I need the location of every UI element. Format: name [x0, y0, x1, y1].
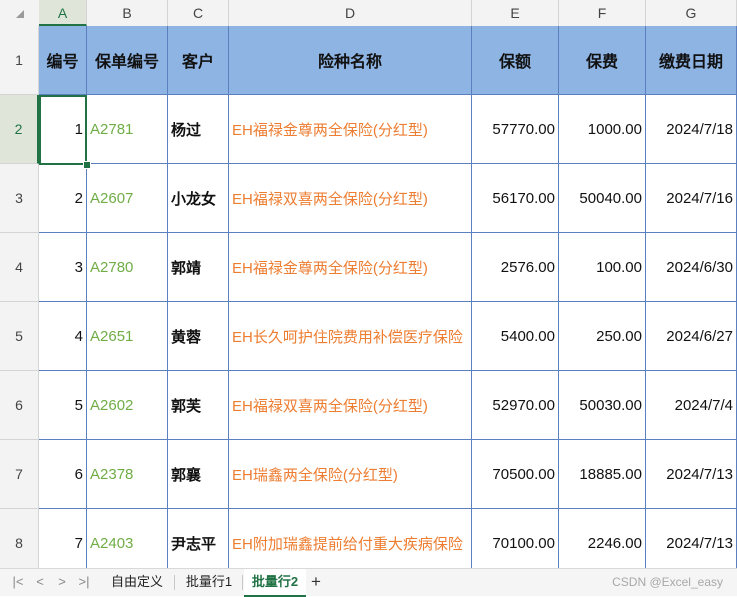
cell-insurance[interactable]: EH福禄金尊两全保险(分红型): [229, 233, 472, 302]
active-cell-selection: [39, 95, 87, 165]
header-cell-policy[interactable]: 保单编号: [87, 26, 168, 95]
cell-amount[interactable]: 70100.00: [472, 509, 559, 568]
last-sheet-icon[interactable]: >|: [75, 573, 93, 591]
cell-date[interactable]: 2024/6/30: [646, 233, 737, 302]
column-header-g[interactable]: G: [646, 0, 737, 26]
cell-amount[interactable]: 52970.00: [472, 371, 559, 440]
cell-id[interactable]: 5: [39, 371, 87, 440]
cell-id[interactable]: 3: [39, 233, 87, 302]
cell-insurance[interactable]: EH福禄金尊两全保险(分红型): [229, 95, 472, 164]
column-header-e[interactable]: E: [472, 0, 559, 26]
column-header-b[interactable]: B: [87, 0, 168, 26]
cell-id[interactable]: 4: [39, 302, 87, 371]
cell-id[interactable]: 6: [39, 440, 87, 509]
header-cell-insurance[interactable]: 险种名称: [229, 26, 472, 95]
cell-customer[interactable]: 郭芙: [168, 371, 229, 440]
header-cell-customer[interactable]: 客户: [168, 26, 229, 95]
cell-date[interactable]: 2024/7/4: [646, 371, 737, 440]
cell-insurance[interactable]: EH瑞鑫两全保险(分红型): [229, 440, 472, 509]
cell-premium[interactable]: 50040.00: [559, 164, 646, 233]
column-header-d[interactable]: D: [229, 0, 472, 26]
header-cell-premium[interactable]: 保费: [559, 26, 646, 95]
cell-amount[interactable]: 57770.00: [472, 95, 559, 164]
cell-customer[interactable]: 郭襄: [168, 440, 229, 509]
cell-insurance[interactable]: EH福禄双喜两全保险(分红型): [229, 164, 472, 233]
watermark: CSDN @Excel_easy: [612, 575, 723, 589]
column-header-bar: A B C D E F G: [0, 0, 737, 27]
cell-amount[interactable]: 70500.00: [472, 440, 559, 509]
header-cell-date[interactable]: 缴费日期: [646, 26, 737, 95]
header-cell-amount[interactable]: 保额: [472, 26, 559, 95]
cell-amount[interactable]: 56170.00: [472, 164, 559, 233]
cell-policy[interactable]: A2403: [87, 509, 168, 568]
cell-date[interactable]: 2024/7/13: [646, 509, 737, 568]
cell-date[interactable]: 2024/7/18: [646, 95, 737, 164]
cell-amount[interactable]: 2576.00: [472, 233, 559, 302]
cell-date[interactable]: 2024/6/27: [646, 302, 737, 371]
cell-customer[interactable]: 郭靖: [168, 233, 229, 302]
row-header-1[interactable]: 1: [0, 26, 39, 95]
cell-policy[interactable]: A2607: [87, 164, 168, 233]
cell-id[interactable]: 2: [39, 164, 87, 233]
row-header-3[interactable]: 3: [0, 164, 39, 233]
column-header-c[interactable]: C: [168, 0, 229, 26]
select-all-corner[interactable]: [0, 0, 40, 26]
fill-handle[interactable]: [83, 161, 91, 169]
prev-sheet-icon[interactable]: <: [31, 573, 49, 591]
cell-date[interactable]: 2024/7/13: [646, 440, 737, 509]
cell-insurance[interactable]: EH附加瑞鑫提前给付重大疾病保险: [229, 509, 472, 568]
cell-premium[interactable]: 50030.00: [559, 371, 646, 440]
sheet-tab-bar: |< < > >| 自由定义 批量行1 批量行2 + CSDN @Excel_e…: [0, 568, 737, 597]
cell-policy[interactable]: A2651: [87, 302, 168, 371]
cell-policy[interactable]: A2780: [87, 233, 168, 302]
row-header-8[interactable]: 8: [0, 509, 39, 568]
tab-separator: [242, 575, 243, 590]
select-all-icon: [16, 10, 24, 18]
row-header-7[interactable]: 7: [0, 440, 39, 509]
cell-premium[interactable]: 18885.00: [559, 440, 646, 509]
cell-id[interactable]: 7: [39, 509, 87, 568]
cell-customer[interactable]: 尹志平: [168, 509, 229, 568]
cell-customer[interactable]: 小龙女: [168, 164, 229, 233]
next-sheet-icon[interactable]: >: [53, 573, 71, 591]
cell-policy[interactable]: A2378: [87, 440, 168, 509]
tab-separator: [174, 575, 175, 590]
row-header-4[interactable]: 4: [0, 233, 39, 302]
cell-policy[interactable]: A2602: [87, 371, 168, 440]
cell-policy[interactable]: A2781: [87, 95, 168, 164]
cell-insurance[interactable]: EH福禄双喜两全保险(分红型): [229, 371, 472, 440]
tab-batch-row-1[interactable]: 批量行1: [179, 569, 239, 595]
cell-amount[interactable]: 5400.00: [472, 302, 559, 371]
cell-premium[interactable]: 1000.00: [559, 95, 646, 164]
cell-customer[interactable]: 杨过: [168, 95, 229, 164]
spreadsheet-grid[interactable]: A B C D E F G 1 2 3 4 5 6 7 8 编号 保单编号 客户…: [0, 0, 737, 568]
cell-premium[interactable]: 100.00: [559, 233, 646, 302]
cell-premium[interactable]: 250.00: [559, 302, 646, 371]
cell-customer[interactable]: 黄蓉: [168, 302, 229, 371]
row-header-5[interactable]: 5: [0, 302, 39, 371]
cell-date[interactable]: 2024/7/16: [646, 164, 737, 233]
cell-insurance[interactable]: EH长久呵护住院费用补偿医疗保险: [229, 302, 472, 371]
row-header-2[interactable]: 2: [0, 95, 39, 164]
column-header-f[interactable]: F: [559, 0, 646, 26]
header-cell-id[interactable]: 编号: [39, 26, 87, 95]
column-header-a[interactable]: A: [39, 0, 87, 26]
cell-premium[interactable]: 2246.00: [559, 509, 646, 568]
add-sheet-button[interactable]: +: [311, 572, 321, 592]
first-sheet-icon[interactable]: |<: [9, 573, 27, 591]
tab-batch-row-2[interactable]: 批量行2: [244, 569, 306, 597]
row-header-6[interactable]: 6: [0, 371, 39, 440]
tab-custom-definition[interactable]: 自由定义: [104, 569, 170, 595]
